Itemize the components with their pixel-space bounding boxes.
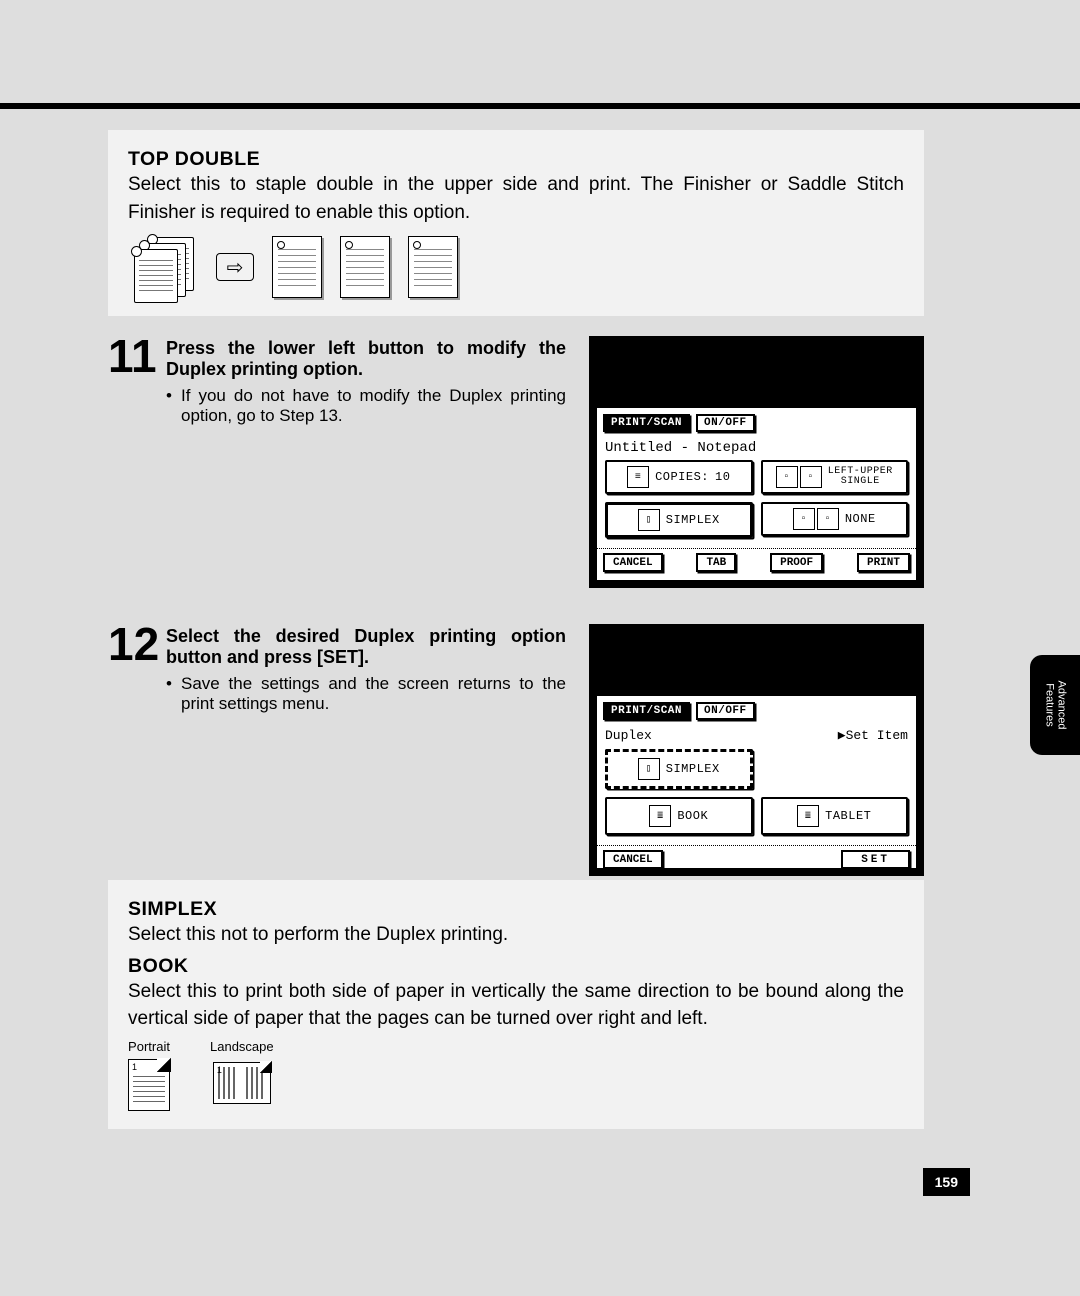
- heading-book: BOOK: [128, 955, 904, 978]
- copies-button[interactable]: ≡ COPIES: 10: [605, 460, 753, 494]
- print-button[interactable]: PRINT: [857, 553, 910, 572]
- document-icon: ≡: [627, 466, 649, 488]
- lcd-print-settings: PRINT/SCAN ON/OFF Untitled - Notepad ≡ C…: [589, 336, 924, 588]
- duplex-value: SIMPLEX: [666, 513, 720, 527]
- text-book: Select this to print both side of paper …: [128, 978, 904, 1033]
- step-title: Press the lower left button to modify th…: [166, 338, 566, 380]
- simplex-label: SIMPLEX: [666, 762, 720, 776]
- lcd-duplex-set: PRINT/SCAN ON/OFF Duplex ▶Set Item ▯ SIM…: [589, 624, 924, 876]
- step-number: 12: [108, 624, 166, 665]
- simplex-icon: ▯: [638, 509, 660, 531]
- simplex-option[interactable]: ▯ SIMPLEX: [605, 749, 753, 789]
- punch-icon: ▫: [817, 508, 839, 530]
- panel-top-double: TOP DOUBLE Select this to staple double …: [108, 130, 924, 316]
- page-number: 159: [923, 1168, 970, 1196]
- print-scan-button[interactable]: PRINT/SCAN: [603, 702, 690, 720]
- onoff-button[interactable]: ON/OFF: [696, 414, 755, 432]
- tablet-icon: ≣: [797, 805, 819, 827]
- text-simplex: Select this not to perform the Duplex pr…: [128, 921, 904, 949]
- text-top-double: Select this to staple double in the uppe…: [128, 171, 904, 226]
- step-bullet: Save the settings and the screen returns…: [166, 674, 566, 714]
- cancel-button[interactable]: CANCEL: [603, 850, 663, 869]
- tablet-label: TABLET: [825, 809, 871, 823]
- punch-value: NONE: [845, 512, 876, 526]
- orientation-illustration: Portrait Landscape: [128, 1039, 904, 1111]
- landscape-page-icon: [213, 1062, 271, 1104]
- heading-simplex: SIMPLEX: [128, 898, 904, 921]
- portrait-label: Portrait: [128, 1039, 170, 1054]
- staple-button[interactable]: ▫ ▫ LEFT-UPPER SINGLE: [761, 460, 909, 494]
- output-page-icon: [340, 236, 390, 298]
- duplex-button[interactable]: ▯ SIMPLEX: [605, 502, 753, 538]
- arrow-icon: ⇨: [216, 253, 254, 281]
- stacked-pages-icon: [128, 237, 198, 297]
- lcd-category: Duplex: [605, 728, 652, 743]
- staple-icon: ▫: [800, 466, 822, 488]
- tab-button[interactable]: TAB: [696, 553, 736, 572]
- side-tab-label: Advanced Features: [1043, 681, 1067, 730]
- output-page-icon: [272, 236, 322, 298]
- portrait-page-icon: [128, 1059, 170, 1111]
- cancel-button[interactable]: CANCEL: [603, 553, 663, 572]
- punch-icon: ▫: [793, 508, 815, 530]
- copies-label: COPIES:: [655, 470, 709, 484]
- book-option[interactable]: ≣ BOOK: [605, 797, 753, 835]
- illustration-top-double: ⇨: [128, 236, 904, 298]
- heading-top-double: TOP DOUBLE: [128, 148, 904, 171]
- onoff-button[interactable]: ON/OFF: [696, 702, 755, 720]
- copies-value: 10: [715, 470, 730, 484]
- staple-icon: ▫: [776, 466, 798, 488]
- side-tab-advanced-features: Advanced Features: [1030, 655, 1080, 755]
- panel-duplex-definitions: SIMPLEX Select this not to perform the D…: [108, 880, 924, 1129]
- step-bullet: If you do not have to modify the Duplex …: [166, 386, 566, 426]
- tablet-option[interactable]: ≣ TABLET: [761, 797, 909, 835]
- lcd-document-title: Untitled - Notepad: [597, 438, 916, 456]
- book-icon: ≣: [649, 805, 671, 827]
- print-scan-button[interactable]: PRINT/SCAN: [603, 414, 690, 432]
- punch-button[interactable]: ▫ ▫ NONE: [761, 502, 909, 536]
- step-number: 11: [108, 336, 166, 377]
- staple-value: LEFT-UPPER SINGLE: [828, 467, 893, 487]
- step-title: Select the desired Duplex printing optio…: [166, 626, 566, 668]
- output-page-icon: [408, 236, 458, 298]
- book-label: BOOK: [677, 809, 708, 823]
- landscape-label: Landscape: [210, 1039, 274, 1054]
- proof-button[interactable]: PROOF: [770, 553, 823, 572]
- set-button[interactable]: SET: [841, 850, 910, 869]
- lcd-set-item: ▶Set Item: [838, 728, 908, 743]
- simplex-icon: ▯: [638, 758, 660, 780]
